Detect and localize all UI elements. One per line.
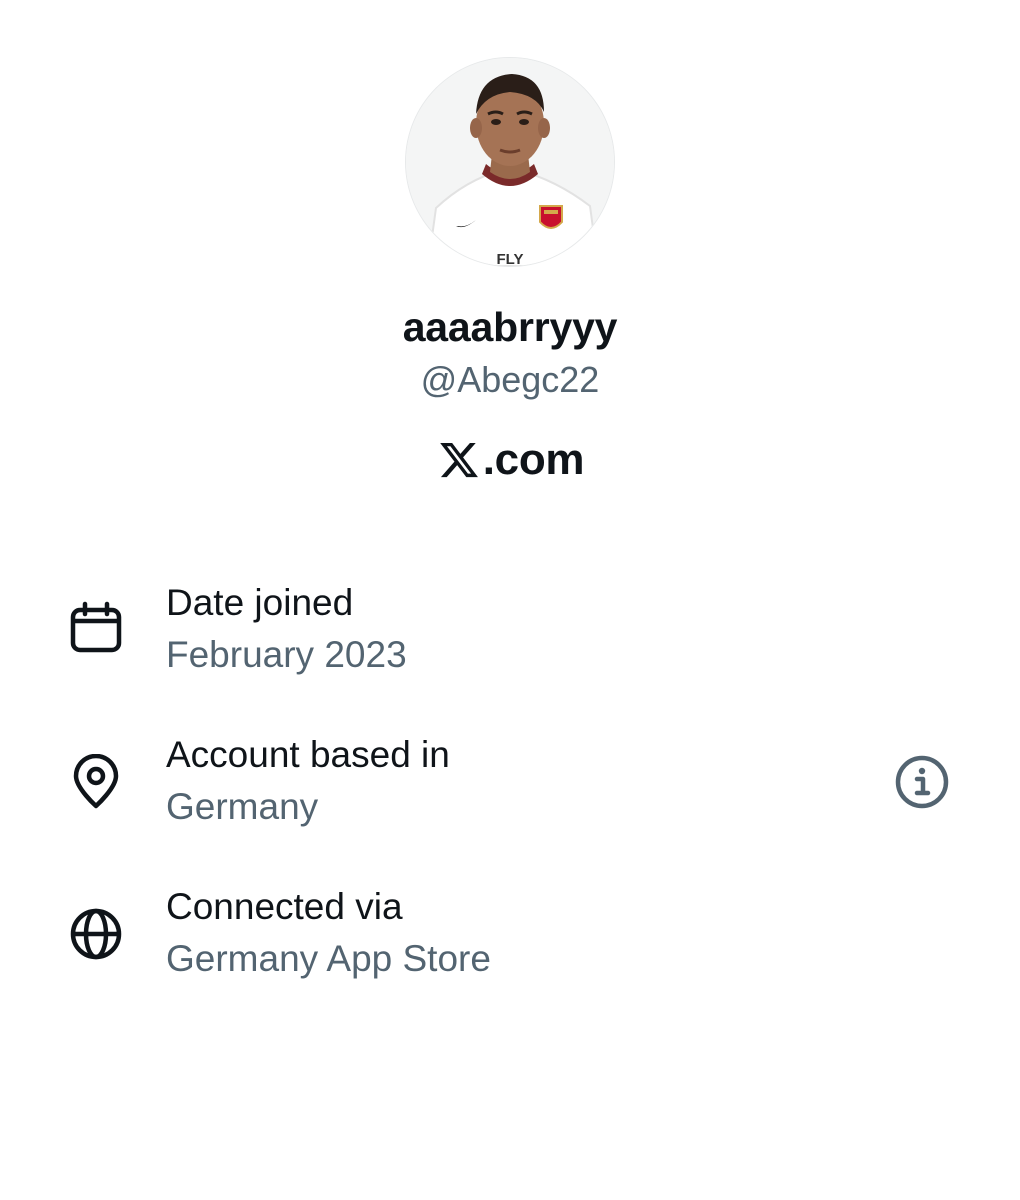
date-joined-label: Date joined [166, 582, 354, 623]
username-handle: @Abegc22 [420, 359, 600, 400]
connected-via-row: Connected via Germany App Store [0, 884, 1020, 1004]
account-location-label: Account based in [166, 734, 450, 775]
x-logo-icon [436, 439, 482, 481]
location-pin-icon [68, 754, 124, 810]
avatar-image: FLY [406, 58, 614, 266]
connected-via-label: Connected via [166, 886, 403, 927]
date-joined-row: Date joined February 2023 [0, 580, 1020, 700]
avatar-shirt-text: FLY [497, 251, 524, 266]
profile-avatar[interactable]: FLY [406, 58, 614, 266]
site-domain-text: .com [482, 435, 585, 484]
account-location-value: Germany [166, 786, 319, 827]
calendar-icon [68, 600, 124, 656]
account-location-row: Account based in Germany [0, 732, 1020, 852]
date-joined-value: February 2023 [166, 634, 407, 675]
globe-icon [68, 906, 124, 962]
connected-via-value: Germany App Store [166, 938, 491, 979]
display-name: aaaabrryyy [402, 304, 618, 350]
info-icon[interactable] [892, 752, 952, 812]
site-label: .com [0, 432, 1020, 488]
